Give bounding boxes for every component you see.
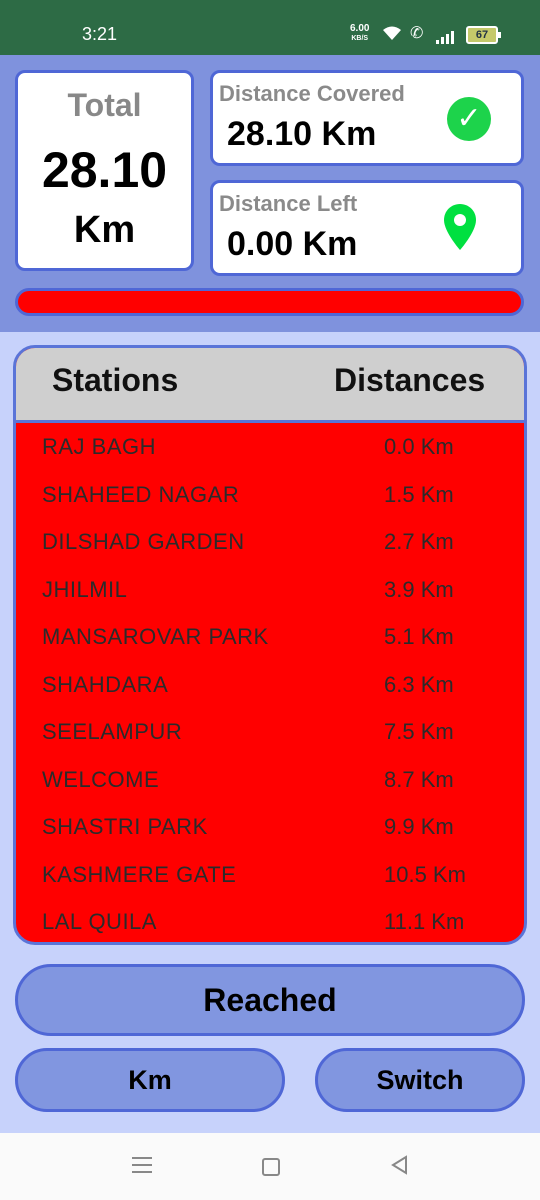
station-distance: 1.5 Km [384, 481, 454, 507]
station-name: SHASTRI PARK [42, 814, 208, 839]
back-icon[interactable] [390, 1155, 410, 1175]
location-pin-icon [444, 204, 476, 250]
stations-table: Stations Distances RAJ BAGH 0.0 Km SHAHEED… [13, 345, 527, 945]
status-time: 3:21 [82, 24, 118, 44]
table-row[interactable]: DILSHAD GARDEN 2.7 Km [16, 518, 524, 566]
network-speed-unit: KB/S [351, 35, 369, 42]
distance-progress-bar [15, 288, 524, 316]
total-card: Total 28.10 Km [15, 70, 194, 271]
call-icon: ✆ [410, 25, 424, 42]
network-speed: 6.00 KB/S [350, 24, 369, 43]
table-row[interactable]: WELCOME 8.7 Km [16, 756, 524, 804]
table-row[interactable]: MANSAROVAR PARK 5.1 Km [16, 613, 524, 661]
recent-apps-icon[interactable] [132, 1157, 152, 1178]
station-name: WELCOME [42, 766, 160, 792]
station-name: SHAHEED NAGAR [42, 481, 240, 507]
distance-left-card: Distance Left 0.00 Km [210, 180, 524, 276]
summary-panel: Total 28.10 Km Distance Covered 28.10 Km… [0, 55, 540, 332]
station-distance: 10.5 Km [384, 861, 466, 887]
station-distance: 9.9 Km [384, 814, 454, 839]
distance-covered-card: Distance Covered 28.10 Km ✓ [210, 70, 524, 166]
station-distance: 6.3 Km [384, 671, 454, 697]
station-distance: 0.0 Km [384, 434, 454, 459]
header-distances: Distances [334, 362, 486, 398]
switch-button[interactable]: Switch [315, 1048, 525, 1112]
table-row[interactable]: JHILMIL 3.9 Km [16, 566, 524, 614]
check-circle-icon: ✓ [447, 97, 491, 141]
table-row[interactable]: SHASTRI PARK 9.9 Km [16, 803, 524, 851]
total-label: Total [67, 87, 142, 123]
distance-covered-value: 28.10 Km [227, 115, 377, 153]
reached-button[interactable]: Reached [15, 964, 525, 1036]
station-distance: 3.9 Km [384, 576, 454, 602]
station-name: MANSAROVAR PARK [42, 624, 269, 649]
station-name: KASHMERE GATE [42, 861, 237, 887]
station-distance: 8.7 Km [384, 766, 454, 792]
station-name: SEELAMPUR [42, 719, 183, 744]
table-row[interactable]: SHAHDARA 6.3 Km [16, 661, 524, 709]
km-button[interactable]: Km [15, 1048, 285, 1112]
table-row[interactable]: SHAHEED NAGAR 1.5 Km [16, 471, 524, 519]
battery-icon: 67 [466, 26, 501, 44]
table-header: Stations Distances [16, 348, 524, 423]
table-row[interactable]: SEELAMPUR 7.5 Km [16, 708, 524, 756]
header-stations: Stations [52, 362, 179, 398]
table-body: RAJ BAGH 0.0 Km SHAHEED NAGAR 1.5 Km DILSHAD… [16, 423, 524, 942]
station-name: RAJ BAGH [42, 434, 157, 459]
station-distance: 2.7 Km [384, 529, 454, 554]
distance-covered-label: Distance Covered [219, 81, 405, 106]
table-row[interactable]: LAL QUILA 11.1 Km [16, 898, 524, 942]
total-unit: Km [73, 209, 136, 251]
station-name: SHAHDARA [42, 671, 169, 697]
wifi-icon [382, 25, 402, 46]
home-icon[interactable] [262, 1158, 280, 1176]
station-name: LAL QUILA [42, 909, 157, 934]
distance-left-value: 0.00 Km [227, 225, 358, 263]
distance-left-label: Distance Left [219, 191, 358, 216]
station-name: JHILMIL [42, 576, 128, 602]
network-speed-value: 6.00 [350, 23, 370, 34]
station-name: DILSHAD GARDEN [42, 529, 245, 554]
station-distance: 7.5 Km [384, 719, 454, 744]
total-value: 28.10 [41, 142, 168, 198]
station-distance: 5.1 Km [384, 624, 454, 649]
system-nav-bar [0, 1133, 540, 1200]
station-distance: 11.1 Km [384, 909, 465, 934]
signal-icon [436, 26, 456, 44]
table-row[interactable]: RAJ BAGH 0.0 Km [16, 423, 524, 471]
status-bar: 3:21 6.00 KB/S ✆ 67 [0, 0, 540, 55]
table-row[interactable]: KASHMERE GATE 10.5 Km [16, 851, 524, 899]
